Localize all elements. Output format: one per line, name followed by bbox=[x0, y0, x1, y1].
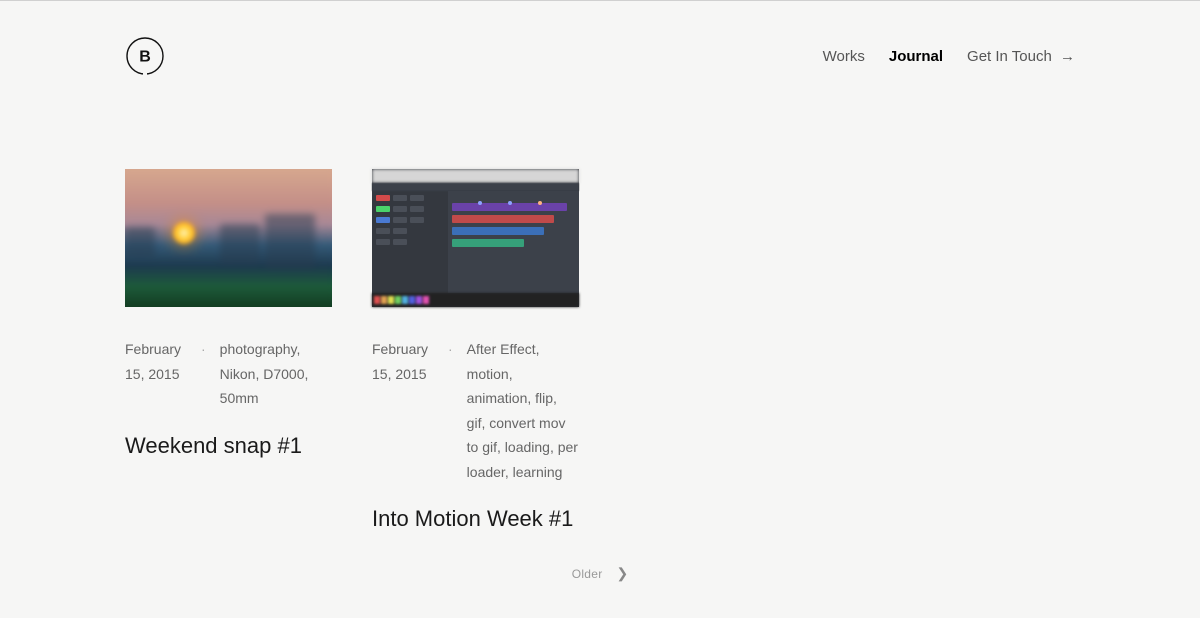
thumb-shape bbox=[372, 191, 448, 293]
meta-separator: · bbox=[448, 337, 453, 484]
logo-circle-icon: B bbox=[125, 36, 165, 76]
primary-nav: Works Journal Get In Touch → bbox=[823, 48, 1075, 65]
post-meta: February 15, 2015 · After Effect, motion… bbox=[372, 337, 579, 484]
thumb-shape bbox=[372, 183, 579, 191]
meta-separator: · bbox=[201, 337, 206, 411]
thumb-shape bbox=[265, 214, 315, 269]
thumb-shape bbox=[220, 224, 260, 264]
site-header: B Works Journal Get In Touch → bbox=[0, 1, 1200, 111]
nav-journal[interactable]: Journal bbox=[889, 48, 943, 65]
thumb-shape bbox=[372, 293, 579, 307]
post-card: February 15, 2015 · photography, Nikon, … bbox=[125, 169, 332, 535]
pagination: Older ❯ bbox=[0, 565, 1200, 582]
arrow-right-icon: → bbox=[1060, 48, 1075, 65]
posts-grid: February 15, 2015 · photography, Nikon, … bbox=[125, 169, 579, 535]
post-tags: photography, Nikon, D7000, 50mm bbox=[220, 337, 332, 411]
post-title[interactable]: Weekend snap #1 bbox=[125, 431, 332, 462]
post-thumbnail[interactable] bbox=[125, 169, 332, 307]
post-date: February 15, 2015 bbox=[125, 337, 187, 411]
post-card: February 15, 2015 · After Effect, motion… bbox=[372, 169, 579, 535]
older-link[interactable]: Older bbox=[572, 567, 603, 581]
post-title[interactable]: Into Motion Week #1 bbox=[372, 504, 579, 535]
post-date: February 15, 2015 bbox=[372, 337, 434, 484]
thumb-shape bbox=[448, 191, 579, 293]
thumb-shape bbox=[372, 169, 579, 183]
post-meta: February 15, 2015 · photography, Nikon, … bbox=[125, 337, 332, 411]
post-thumbnail[interactable] bbox=[372, 169, 579, 307]
logo-letter: B bbox=[139, 49, 151, 66]
chevron-right-icon[interactable]: ❯ bbox=[617, 565, 629, 582]
sun-icon bbox=[173, 222, 195, 244]
site-logo[interactable]: B bbox=[125, 36, 165, 76]
nav-works[interactable]: Works bbox=[823, 48, 865, 65]
nav-contact-label: Get In Touch bbox=[967, 48, 1052, 65]
page: B Works Journal Get In Touch → February … bbox=[0, 0, 1200, 618]
post-tags: After Effect, motion, animation, flip, g… bbox=[467, 337, 579, 484]
thumb-shape bbox=[372, 191, 579, 293]
thumb-shape bbox=[125, 227, 155, 257]
nav-contact[interactable]: Get In Touch → bbox=[967, 48, 1075, 65]
